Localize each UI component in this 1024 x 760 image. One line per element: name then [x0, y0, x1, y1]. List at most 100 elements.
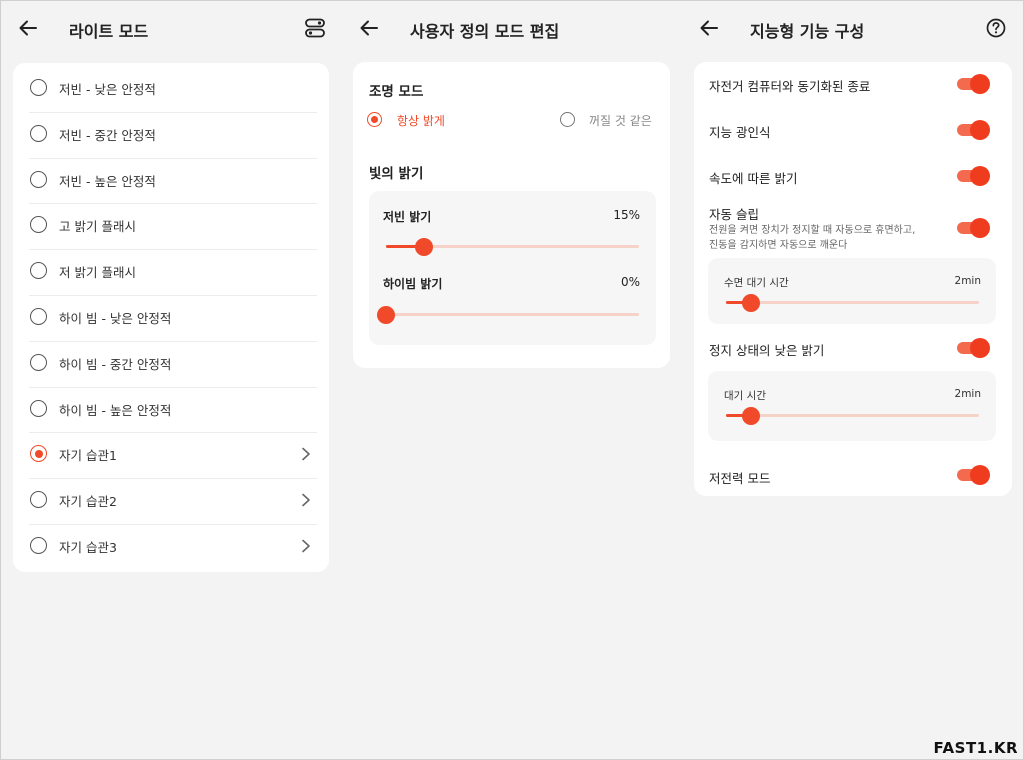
sync-off-toggle[interactable]: [957, 74, 990, 94]
list-item-label: 고 밝기 플래시: [59, 219, 136, 235]
toggle-knob: [970, 465, 990, 485]
sleep-timer-label: 수면 대기 시간: [724, 277, 789, 289]
radio-unselected: [30, 537, 47, 554]
toggle-knob: [970, 166, 990, 186]
toggle-knob: [970, 218, 990, 238]
list-item-label: 하이 빔 - 높은 안정적: [59, 402, 172, 418]
radio-unselected: [30, 79, 47, 96]
power-save-label: 저전력 모드: [709, 471, 771, 486]
slider-thumb[interactable]: [742, 293, 761, 312]
radio-selected: [367, 112, 382, 127]
option-label: 꺼질 것 같은: [589, 114, 652, 128]
high-beam-brightness-slider[interactable]: [377, 305, 639, 324]
auto-sleep-toggle[interactable]: [957, 218, 990, 238]
speed-brightness-label: 속도에 따른 밝기: [709, 171, 798, 186]
toggle-settings-icon: [305, 18, 325, 38]
list-item-label: 저빈 - 높은 안정적: [59, 173, 156, 189]
radio-unselected: [30, 308, 47, 325]
radio-unselected: [30, 170, 47, 188]
list-item-label: 하이 빔 - 낮은 안정적: [59, 311, 172, 326]
low-beam-brightness-label: 저빈 밝기: [383, 210, 432, 224]
list-item[interactable]: 저 밝기 플래시: [13, 249, 329, 294]
page-title-custom-mode: 사용자 정의 모드 편집: [410, 22, 560, 41]
radio-unselected: [30, 491, 47, 509]
speed-brightness-toggle[interactable]: [957, 166, 990, 186]
list-item-label: 저빈 - 낮은 안정적: [59, 82, 156, 97]
list-item[interactable]: 저빈 - 낮은 안정적: [13, 66, 329, 111]
list-item-label: 저빈 - 중간 안정적: [59, 127, 156, 143]
list-item-label: 자기 습관1: [59, 448, 117, 464]
sleep-timer-value: 2min: [954, 275, 981, 287]
smart-features-card: 자전거 컴퓨터와 동기화된 종료 지능 광인식 속도에 따른 밝기 자동 슬립 …: [694, 62, 1012, 496]
auto-sleep-description-1: 전원을 켜면 장치가 정지할 때 자동으로 휴면하고,: [709, 225, 916, 236]
list-item[interactable]: 하이 빔 - 낮은 안정적: [13, 295, 329, 340]
light-mode-list: 저빈 - 낮은 안정적저빈 - 중간 안정적저빈 - 높은 안정적고 밝기 플래…: [13, 63, 329, 572]
back-button-middle[interactable]: [358, 18, 380, 38]
radio-unselected: [30, 262, 47, 280]
toggle-knob: [970, 74, 990, 94]
standstill-timer-label: 대기 시간: [724, 390, 766, 402]
custom-mode-card: 조명 모드 항상 밝게 꺼질 것 같은 빛의 밝기 저빈 밝기 15% 하이빔 …: [353, 62, 670, 368]
chevron-right-icon: [302, 493, 310, 507]
slider-thumb[interactable]: [377, 305, 395, 324]
radio-unselected: [30, 399, 47, 417]
list-item-label: 저 밝기 플래시: [59, 265, 136, 281]
list-item[interactable]: 저빈 - 높은 안정적: [13, 158, 329, 203]
high-beam-brightness-label: 하이빔 밝기: [383, 277, 443, 291]
radio-unselected: [560, 112, 575, 127]
watermark: FAST1.KR: [933, 739, 1018, 757]
list-item-label: 자기 습관2: [59, 494, 117, 510]
arrow-left-icon: [700, 20, 718, 36]
auto-sleep-description-2: 진동을 감지하면 자동으로 깨운다: [709, 240, 848, 251]
light-sense-toggle[interactable]: [957, 120, 990, 140]
radio-unselected: [30, 216, 47, 234]
light-sense-label: 지능 광인식: [709, 125, 771, 140]
list-item[interactable]: 자기 습관1: [13, 432, 329, 477]
brightness-sliders-box: 저빈 밝기 15% 하이빔 밝기 0%: [369, 191, 656, 345]
list-item[interactable]: 저빈 - 중간 안정적: [13, 112, 329, 157]
page-title-smart-features: 지능형 기능 구성: [750, 22, 865, 41]
standstill-timer-slider[interactable]: [726, 406, 979, 425]
chevron-right-icon: [302, 448, 310, 461]
sleep-timer-slider[interactable]: [726, 293, 979, 312]
power-save-toggle[interactable]: [957, 465, 990, 485]
option-flicker[interactable]: 꺼질 것 같은: [559, 109, 659, 131]
slider-thumb[interactable]: [742, 406, 761, 425]
toggle-knob: [970, 120, 990, 140]
sync-off-label: 자전거 컴퓨터와 동기화된 종료: [709, 79, 871, 94]
settings-button[interactable]: [304, 17, 326, 39]
list-item[interactable]: 자기 습관3: [13, 524, 329, 569]
radio-unselected: [30, 124, 47, 142]
list-item[interactable]: 하이 빔 - 중간 안정적: [13, 341, 329, 386]
page-title-light-mode: 라이트 모드: [69, 22, 149, 41]
low-beam-brightness-slider[interactable]: [386, 237, 639, 256]
standstill-timer-value: 2min: [954, 388, 981, 400]
list-item-label: 하이 빔 - 중간 안정적: [59, 356, 172, 372]
radio-selected: [30, 445, 47, 463]
standstill-low-label: 정지 상태의 낮은 밝기: [709, 343, 825, 358]
sleep-timer-box: 수면 대기 시간 2min: [708, 258, 996, 324]
arrow-left-icon: [19, 20, 37, 36]
lighting-mode-title: 조명 모드: [369, 84, 424, 100]
high-beam-brightness-value: 0%: [620, 275, 640, 289]
back-button-right[interactable]: [698, 18, 720, 38]
standstill-timer-box: 대기 시간 2min: [708, 371, 996, 441]
radio-unselected: [30, 353, 47, 371]
list-item[interactable]: 하이 빔 - 높은 안정적: [13, 387, 329, 432]
help-button[interactable]: [985, 17, 1007, 39]
option-always-on[interactable]: 항상 밝게: [367, 109, 487, 131]
chevron-right-icon: [302, 539, 310, 553]
list-item[interactable]: 자기 습관2: [13, 478, 329, 523]
toggle-knob: [970, 338, 990, 358]
slider-thumb[interactable]: [414, 237, 433, 256]
standstill-low-toggle[interactable]: [957, 338, 990, 358]
back-button-left[interactable]: [17, 18, 39, 38]
list-item-label: 자기 습관3: [59, 540, 117, 555]
question-circle-icon: [986, 18, 1006, 38]
low-beam-brightness-value: 15%: [613, 208, 640, 222]
option-label: 항상 밝게: [397, 114, 445, 128]
brightness-title: 빛의 밝기: [369, 166, 424, 182]
arrow-left-icon: [360, 20, 378, 36]
auto-sleep-label: 자동 슬립: [709, 207, 759, 222]
list-item[interactable]: 고 밝기 플래시: [13, 203, 329, 248]
